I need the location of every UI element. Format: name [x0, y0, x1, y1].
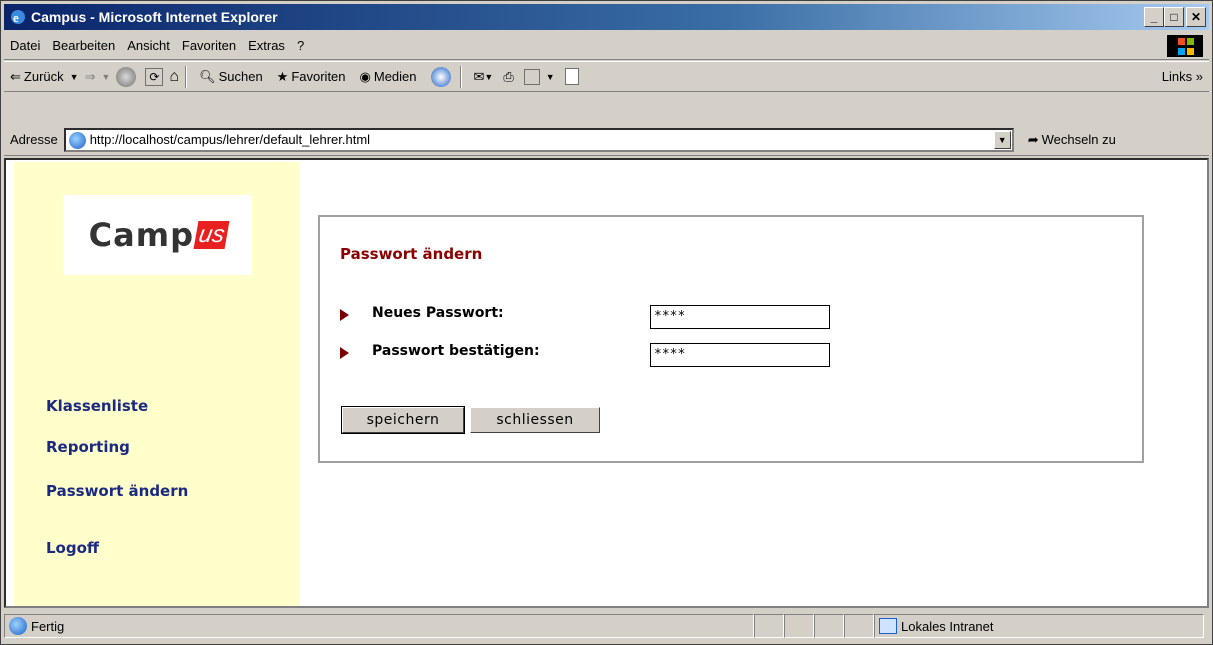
ie-page-icon: [9, 617, 27, 635]
menu-bar: Datei Bearbeiten Ansicht Favoriten Extra…: [4, 32, 1209, 60]
nav-reporting[interactable]: Reporting: [46, 438, 130, 456]
nav-passwort-aendern[interactable]: Passwort ändern: [46, 482, 188, 500]
confirm-password-field[interactable]: ****: [650, 343, 830, 367]
links-text: Links: [1161, 69, 1193, 84]
status-cell: [784, 614, 814, 638]
document-icon: [564, 68, 579, 85]
search-button[interactable]: 🔍︎ Suchen: [199, 69, 263, 85]
refresh-icon: ⟳: [145, 67, 164, 86]
home-icon: ⌂: [169, 67, 180, 85]
forward-arrow-icon: ⇒: [84, 68, 96, 84]
favorites-label: Favoriten: [291, 69, 346, 84]
maximize-button[interactable]: □: [1164, 7, 1184, 27]
search-icon: 🔍︎: [199, 68, 216, 84]
media-label: Medien: [373, 69, 417, 84]
chevron-down-icon[interactable]: ▼: [70, 72, 79, 82]
stop-button[interactable]: [116, 66, 139, 87]
history-icon: [430, 66, 451, 87]
print-button[interactable]: ⎙: [503, 69, 513, 85]
discuss-button[interactable]: [564, 68, 579, 85]
address-input[interactable]: http://localhost/campus/lehrer/default_l…: [63, 127, 1014, 152]
status-cell: [844, 614, 874, 638]
chevron-down-icon[interactable]: ▼: [546, 72, 555, 82]
address-label: Adresse: [10, 132, 58, 147]
chevron-down-icon[interactable]: ▼: [101, 72, 110, 82]
history-button[interactable]: [430, 66, 454, 87]
printer-icon: ⎙: [503, 68, 514, 84]
title-bar: e Campus - Microsoft Internet Explorer _…: [4, 4, 1209, 30]
minimize-button[interactable]: _: [1144, 7, 1164, 27]
go-arrow-icon: ➦: [1027, 131, 1039, 147]
bullet-arrow-icon: [340, 309, 349, 321]
go-label: Wechseln zu: [1041, 132, 1116, 147]
menu-ansicht[interactable]: Ansicht: [127, 38, 170, 53]
nav-logoff[interactable]: Logoff: [46, 539, 99, 557]
links-label[interactable]: Links »: [1162, 69, 1203, 84]
menu-datei[interactable]: Datei: [10, 38, 40, 53]
intranet-icon: [879, 618, 897, 634]
windows-flag-icon: [1167, 35, 1203, 57]
status-text: Fertig: [31, 618, 65, 634]
refresh-button[interactable]: ⟳: [145, 67, 164, 86]
chevron-down-icon[interactable]: ▼: [993, 130, 1011, 149]
page-title: Passwort ändern: [340, 245, 483, 263]
close-button[interactable]: ✕: [1186, 7, 1206, 27]
media-button[interactable]: ◉ Medien: [360, 69, 417, 85]
toolbar-separator: [459, 65, 462, 88]
new-password-field[interactable]: ****: [650, 305, 830, 329]
address-bar: Adresse http://localhost/campus/lehrer/d…: [4, 124, 1209, 156]
password-panel: Passwort ändern Neues Passwort: **** Pas…: [318, 215, 1144, 463]
page-content: Camp us Klassenliste Reporting Passwort ä…: [4, 158, 1209, 608]
status-cell: [814, 614, 844, 638]
menu-extras[interactable]: Extras: [248, 38, 285, 53]
status-main: Fertig: [4, 614, 754, 638]
address-url[interactable]: http://localhost/campus/lehrer/default_l…: [90, 132, 370, 147]
status-zone: Lokales Intranet: [874, 614, 1204, 638]
save-button[interactable]: speichern: [341, 406, 465, 434]
window-title: Campus - Microsoft Internet Explorer: [31, 9, 278, 25]
zone-text: Lokales Intranet: [901, 618, 994, 634]
confirm-password-label: Passwort bestätigen:: [372, 343, 540, 359]
mail-icon: ✉: [473, 68, 485, 84]
go-button[interactable]: ➦ Wechseln zu: [1028, 132, 1116, 148]
edit-icon: [523, 68, 540, 85]
favorites-button[interactable]: ★ Favoriten: [277, 69, 346, 85]
toolbar-separator: [185, 65, 188, 88]
media-icon: ◉: [359, 68, 371, 84]
chevron-down-icon[interactable]: ▼: [484, 72, 493, 82]
forward-button[interactable]: ⇒ ▼: [85, 69, 111, 85]
new-password-label: Neues Passwort:: [372, 305, 504, 321]
mail-button[interactable]: ✉ ▼: [474, 69, 494, 85]
browser-window: e Campus - Microsoft Internet Explorer _…: [0, 0, 1213, 645]
menu-favoriten[interactable]: Favoriten: [182, 38, 236, 53]
back-button[interactable]: ⇐ Zurück ▼: [10, 69, 79, 85]
star-icon: ★: [276, 68, 289, 84]
stop-icon: [116, 66, 137, 87]
search-label: Suchen: [218, 69, 263, 84]
status-bar: Fertig Lokales Intranet: [4, 611, 1209, 641]
back-arrow-icon: ⇐: [10, 68, 21, 84]
edit-button[interactable]: ▼: [523, 68, 555, 85]
standard-toolbar: ⇐ Zurück ▼ ⇒ ▼ ⟳ ⌂ 🔍︎ Suchen ★ Favoriten…: [4, 61, 1209, 92]
back-label: Zurück: [23, 69, 64, 84]
sidebar: Camp us Klassenliste Reporting Passwort ä…: [14, 162, 299, 606]
window-controls: _ □ ✕: [1144, 7, 1206, 27]
ie-page-icon: [68, 131, 86, 149]
home-button[interactable]: ⌂: [169, 68, 179, 86]
menu-help[interactable]: ?: [297, 38, 304, 53]
svg-text:e: e: [13, 10, 19, 25]
ie-logo-icon: e: [11, 10, 25, 25]
logo-text: Camp: [88, 216, 194, 254]
close-dialog-button[interactable]: schliessen: [470, 407, 600, 433]
campus-logo: Camp us: [64, 195, 252, 275]
logo-us-badge: us: [193, 221, 230, 249]
nav-klassenliste[interactable]: Klassenliste: [46, 397, 148, 415]
bullet-arrow-icon: [340, 347, 349, 359]
status-cell: [754, 614, 784, 638]
menu-bearbeiten[interactable]: Bearbeiten: [52, 38, 115, 53]
